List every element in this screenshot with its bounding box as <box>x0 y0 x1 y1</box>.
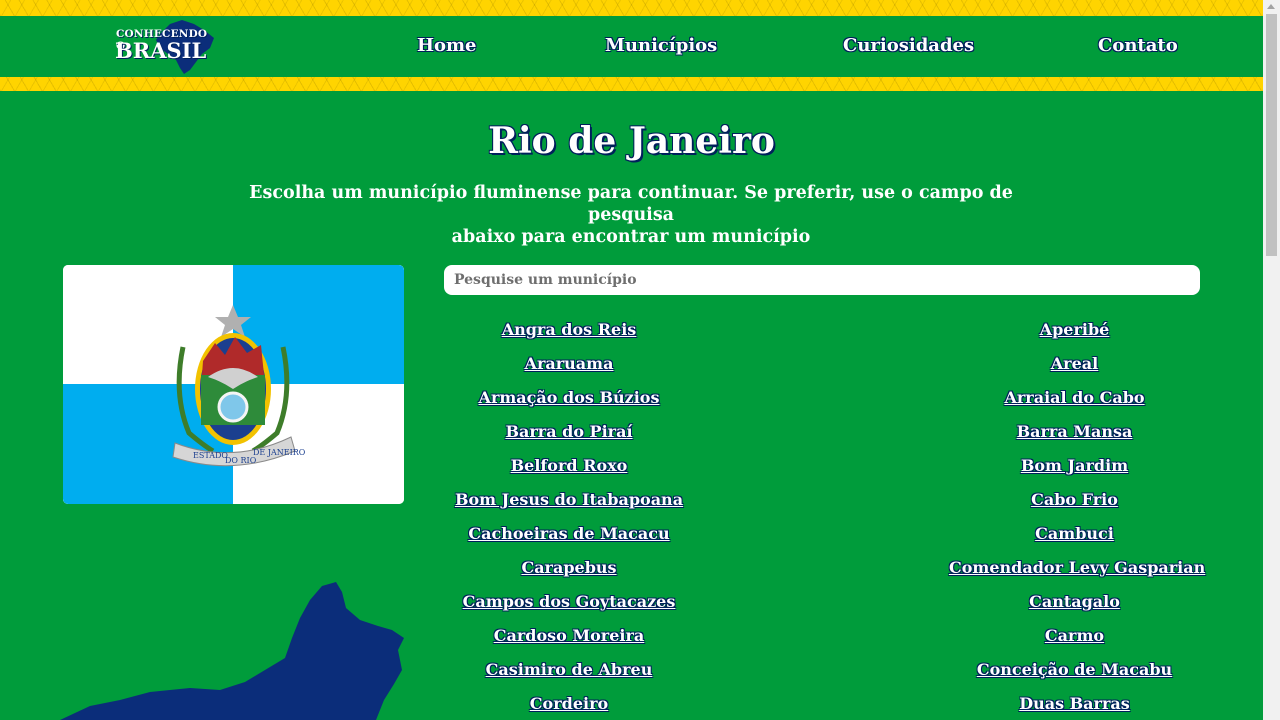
state-map-image <box>60 578 410 720</box>
rio-de-janeiro-flag: ESTADO DO RIO DE JANEIRO <box>63 265 404 504</box>
municipality-link[interactable]: Cachoeiras de Macacu <box>444 522 694 556</box>
nav-home[interactable]: Home <box>417 35 477 56</box>
municipality-link[interactable]: Barra Mansa <box>949 420 1200 454</box>
municipality-link[interactable]: Areal <box>949 352 1200 386</box>
municipality-link[interactable]: Belford Roxo <box>444 454 694 488</box>
flag-text-janeiro: DE JANEIRO <box>253 448 306 457</box>
subtitle-line-2: abaixo para encontrar um município <box>451 227 811 247</box>
municipality-link[interactable]: Arraial do Cabo <box>949 386 1200 420</box>
page-title: Rio de Janeiro <box>488 120 775 162</box>
nav-contato[interactable]: Contato <box>1098 35 1178 56</box>
scroll-up-icon[interactable] <box>1267 4 1275 9</box>
navbar: CONHECENDO O BRASIL Home Municípios Curi… <box>0 16 1263 77</box>
municipality-link[interactable]: Carapebus <box>444 556 694 590</box>
municipality-link[interactable]: Cantagalo <box>949 590 1200 624</box>
municipality-link[interactable]: Cambuci <box>949 522 1200 556</box>
logo-big-text: BRASIL <box>115 38 207 63</box>
page-scrollbar[interactable] <box>1263 0 1280 720</box>
municipality-link[interactable]: Comendador Levy Gasparian <box>949 556 1205 590</box>
municipality-link[interactable]: Carmo <box>949 624 1200 658</box>
bottom-stripe <box>0 77 1263 91</box>
municipality-link[interactable]: Cordeiro <box>444 692 694 720</box>
site-logo[interactable]: CONHECENDO O BRASIL <box>114 18 218 74</box>
subtitle-line-1: Escolha um município fluminense para con… <box>249 183 1013 225</box>
page-subtitle: Escolha um município fluminense para con… <box>220 182 1042 248</box>
municipality-link[interactable]: Campos dos Goytacazes <box>444 590 694 624</box>
municipality-link[interactable]: Conceição de Macabu <box>949 658 1200 692</box>
municipality-link[interactable]: Cardoso Moreira <box>444 624 694 658</box>
municipality-search-input[interactable] <box>444 265 1200 295</box>
nav-municipios[interactable]: Municípios <box>605 35 717 56</box>
flag-text-rio: DO RIO <box>225 456 257 465</box>
municipality-link[interactable]: Armação dos Búzios <box>444 386 694 420</box>
municipality-link[interactable]: Bom Jardim <box>949 454 1200 488</box>
municipality-link[interactable]: Araruama <box>444 352 694 386</box>
municipality-link[interactable]: Aperibé <box>949 318 1200 352</box>
municipality-link[interactable]: Cabo Frio <box>949 488 1200 522</box>
nav-curiosidades[interactable]: Curiosidades <box>843 35 974 56</box>
flag-text-estado: ESTADO <box>193 451 228 460</box>
municipality-link[interactable]: Angra dos Reis <box>444 318 694 352</box>
top-stripe <box>0 0 1263 16</box>
municipality-link[interactable]: Casimiro de Abreu <box>444 658 694 692</box>
scrollbar-thumb[interactable] <box>1266 14 1277 256</box>
municipality-link[interactable]: Duas Barras <box>949 692 1200 720</box>
municipality-list-right: Aperibé Areal Arraial do Cabo Barra Mans… <box>949 318 1205 720</box>
municipality-list-left: Angra dos Reis Araruama Armação dos Búzi… <box>444 318 694 720</box>
municipality-link[interactable]: Bom Jesus do Itabapoana <box>444 488 694 522</box>
municipality-link[interactable]: Barra do Piraí <box>444 420 694 454</box>
